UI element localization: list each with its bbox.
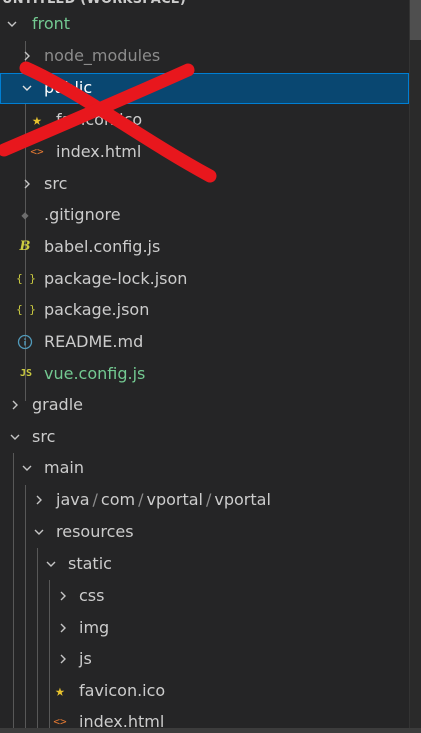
scrollbar-thumb[interactable] [410,0,421,40]
tree-item-public-favicon[interactable]: ★ favicon.ico [0,105,409,136]
tree-item-img[interactable]: img [0,613,409,644]
tree-item-label: package-lock.json [44,269,188,288]
tree-item-java-package[interactable]: java / com / vportal / vportal [0,485,409,516]
chevron-right-icon [32,493,46,507]
tree-item-public[interactable]: public [0,73,409,104]
path-separator: / [206,490,212,509]
tree-item-label: vue.config.js [44,364,146,383]
json-icon: { } [16,303,36,316]
tree-item-public-index[interactable]: <> index.html [0,137,409,168]
chevron-right-icon [8,398,22,412]
tree-item-label: img [79,618,110,637]
tree-item-babel-config[interactable]: B babel.config.js [0,232,409,263]
chevron-right-icon [56,589,70,603]
path-separator: / [92,490,98,509]
tree-item-css[interactable]: css [0,581,409,612]
json-icon: { } [16,272,36,285]
chevron-down-icon [8,430,22,444]
scrollbar-track[interactable] [409,0,421,733]
tree-item-label: index.html [56,142,142,161]
tree-item-label: public [44,78,93,97]
tree-item-label: favicon.ico [79,681,166,700]
tree-item-label: src [44,174,68,193]
tree-item-label: favicon.ico [56,110,143,129]
babel-icon: B [19,239,31,254]
star-icon: ★ [32,110,42,129]
tree-item-front[interactable]: front [0,9,409,40]
path-separator: / [138,490,144,509]
tree-item-src[interactable]: src [0,422,409,453]
tree-item-label: .gitignore [44,205,121,224]
path-segment[interactable]: com [101,490,135,509]
tree-item-static-favicon[interactable]: ★ favicon.ico [0,676,409,707]
path-segment[interactable]: vportal [146,490,203,509]
tree-item-label: main [44,458,84,477]
panel-divider[interactable] [0,728,421,733]
tree-item-static[interactable]: static [0,549,409,580]
js-icon: JS [19,368,33,379]
tree-item-label: gradle [32,395,83,414]
git-icon: ◆ [21,208,29,222]
chevron-right-icon [56,652,70,666]
tree-item-label: README.md [44,332,144,351]
tree-item-main[interactable]: main [0,453,409,484]
chevron-down-icon [32,525,46,539]
path-segment[interactable]: java [56,490,90,509]
tree-item-label: src [32,427,56,446]
chevron-down-icon [44,557,58,571]
path-segment[interactable]: vportal [214,490,271,509]
tree-item-label: static [68,554,112,573]
tree-item-gradle[interactable]: gradle [0,390,409,421]
html-icon: <> [30,145,44,158]
info-icon [17,334,33,350]
tree-item-gitignore[interactable]: ◆ .gitignore [0,200,409,231]
tree-item-label: resources [56,522,134,541]
tree-item-front-src[interactable]: src [0,169,409,200]
tree-item-label: node_modules [44,46,161,65]
tree-item-vue-config[interactable]: JS vue.config.js [0,359,409,390]
compact-folder-path: java / com / vportal / vportal [56,490,271,510]
chevron-down-icon [20,81,34,95]
file-explorer: UNTITLED (WORKSPACE) front node_modules … [0,0,421,733]
chevron-down-icon [5,17,19,31]
tree-item-js[interactable]: js [0,644,409,675]
chevron-right-icon [56,621,70,635]
tree-item-label: front [32,14,71,33]
star-icon: ★ [55,681,65,700]
tree-item-label: js [79,649,92,668]
tree-item-label: css [79,586,105,605]
tree-item-readme[interactable]: README.md [0,327,409,358]
tree-item-resources[interactable]: resources [0,517,409,548]
chevron-right-icon [20,49,34,63]
tree-item-package-lock[interactable]: { } package-lock.json [0,264,409,295]
tree-item-package-json[interactable]: { } package.json [0,295,409,326]
tree-item-label: babel.config.js [44,237,161,256]
tree-item-label: package.json [44,300,150,319]
tree-item-node-modules[interactable]: node_modules [0,41,409,72]
chevron-down-icon [20,461,34,475]
chevron-right-icon [20,177,34,191]
